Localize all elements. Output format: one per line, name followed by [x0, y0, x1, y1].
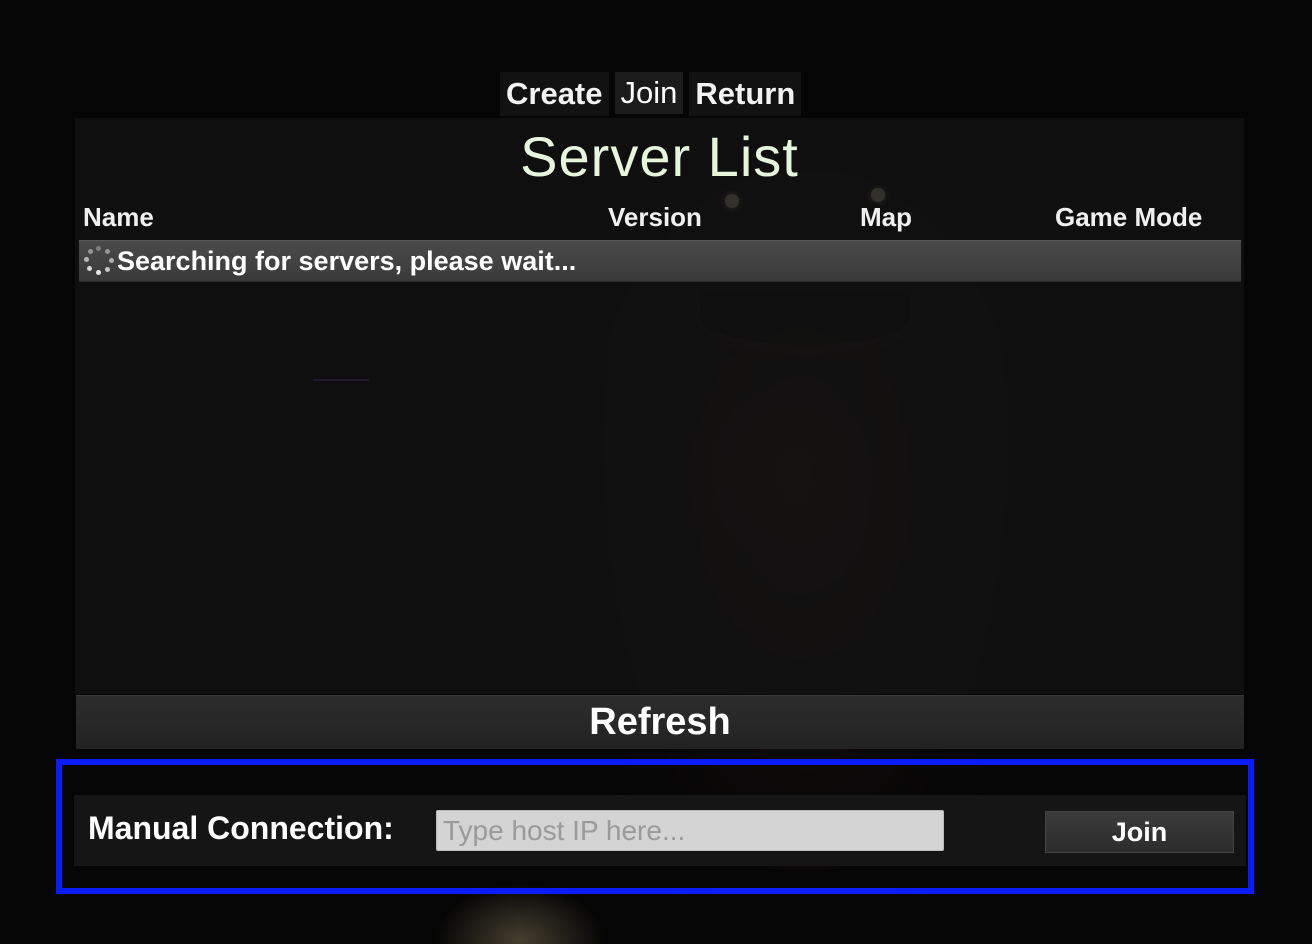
searching-status-row: Searching for servers, please wait...: [79, 240, 1241, 282]
tab-create[interactable]: Create: [500, 72, 609, 116]
refresh-button[interactable]: Refresh: [76, 695, 1244, 749]
host-ip-input[interactable]: [436, 810, 944, 851]
column-header-map[interactable]: Map: [860, 202, 912, 233]
page-title: Server List: [520, 125, 799, 188]
top-tab-bar: Create Join Return: [500, 72, 802, 116]
manual-join-button[interactable]: Join: [1045, 811, 1234, 853]
column-header-name[interactable]: Name: [83, 202, 154, 233]
loading-spinner-icon: [83, 244, 117, 278]
column-header-version[interactable]: Version: [608, 202, 702, 233]
column-header-game-mode[interactable]: Game Mode: [1055, 202, 1202, 233]
server-list-panel: Server List Name Version Map Game Mode S…: [75, 118, 1244, 694]
tab-return[interactable]: Return: [689, 72, 802, 116]
searching-status-text: Searching for servers, please wait...: [117, 245, 577, 276]
manual-connection-panel: Manual Connection: Join: [74, 795, 1246, 866]
manual-connection-label: Manual Connection:: [88, 810, 394, 846]
game-menu-screen: Create Join Return Server List Name Vers…: [0, 0, 1312, 944]
tab-join[interactable]: Join: [614, 72, 684, 114]
